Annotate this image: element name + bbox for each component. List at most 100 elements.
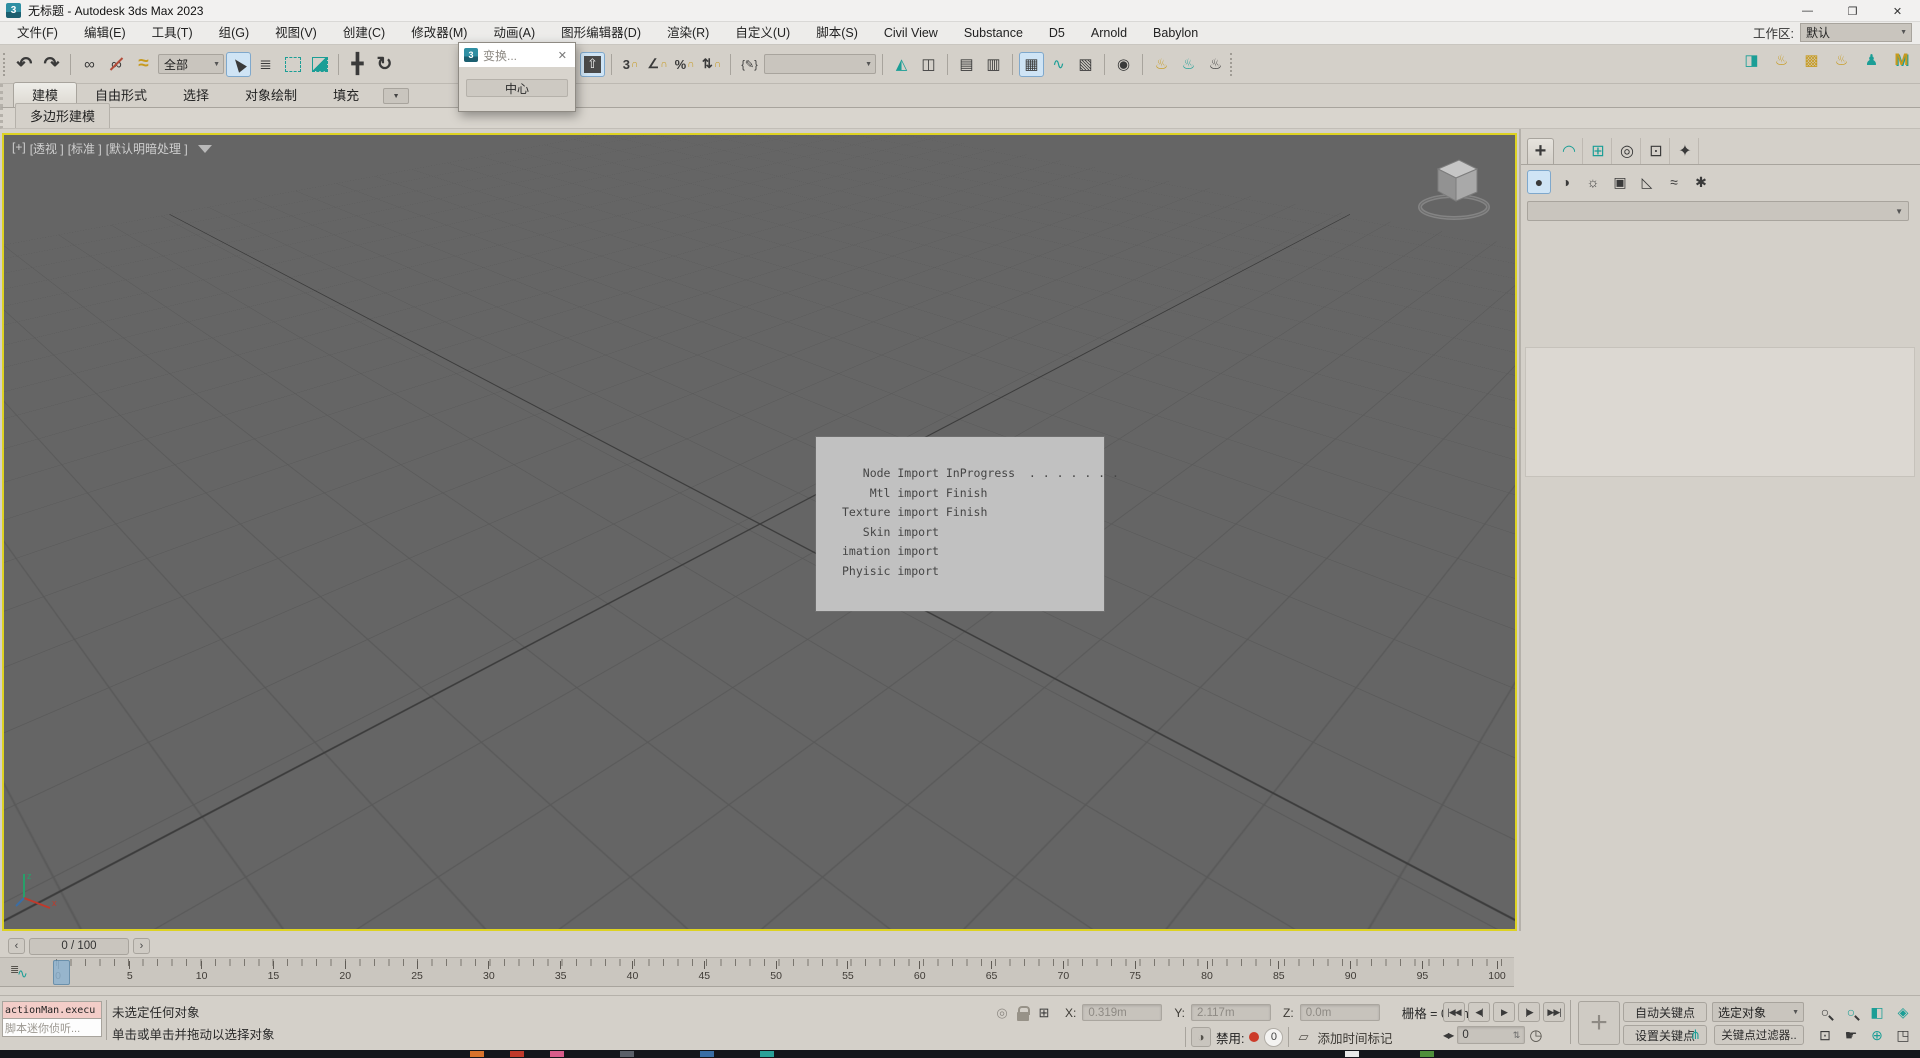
menu-file[interactable]: 文件(F) — [4, 22, 71, 45]
transform-dialog-titlebar[interactable]: 3 变换... ✕ — [459, 43, 575, 67]
previous-frame-icon[interactable]: ◀| — [1468, 1002, 1490, 1022]
open-mini-curve-editor-icon[interactable] — [10, 963, 32, 983]
d5-render-icon[interactable]: ♨ — [1769, 47, 1794, 72]
shapes-category-icon[interactable]: ◑ — [1554, 170, 1578, 194]
menu-rendering[interactable]: 渲染(R) — [654, 22, 722, 45]
x-coordinate-field[interactable]: 0.319m — [1082, 1004, 1162, 1021]
time-slider-handle[interactable] — [53, 960, 70, 985]
create-tab[interactable]: + — [1527, 138, 1554, 164]
viewport-pov-label[interactable]: [透视 ] — [30, 140, 64, 157]
lock-selection-icon[interactable] — [1017, 1012, 1029, 1021]
menu-arnold[interactable]: Arnold — [1078, 22, 1140, 45]
geometry-category-icon[interactable]: ● — [1527, 170, 1551, 194]
scene-explorer-icon[interactable]: ▤ — [954, 52, 979, 77]
undo-icon[interactable]: ↶ — [12, 52, 37, 77]
utilities-tab[interactable]: ✦ — [1672, 138, 1699, 164]
mute-toggle-icon[interactable]: ◑ — [1191, 1027, 1211, 1047]
named-selection-sets-dropdown[interactable] — [764, 54, 876, 74]
set-keys-large-button[interactable]: + — [1578, 1001, 1620, 1045]
rectangular-selection-region-icon[interactable] — [280, 52, 305, 77]
next-frame-arrow[interactable]: › — [133, 938, 150, 954]
time-configuration-icon[interactable]: ◷ — [1529, 1026, 1542, 1044]
viewport-shading-label[interactable]: [默认明暗处理 ] — [106, 140, 188, 157]
maximize-button[interactable]: ❐ — [1830, 0, 1875, 22]
layer-explorer-icon[interactable]: ▥ — [981, 52, 1006, 77]
material-editor-icon[interactable]: ◉ — [1111, 52, 1136, 77]
object-type-dropdown[interactable] — [1527, 201, 1909, 221]
unlink-selection-icon[interactable]: ∞ — [104, 52, 129, 77]
previous-frame-arrow[interactable]: ‹ — [8, 938, 25, 954]
z-coordinate-field[interactable]: 0.0m — [1300, 1004, 1380, 1021]
maximize-viewport-toggle-icon[interactable]: ◳ — [1893, 1025, 1913, 1045]
render-production-icon[interactable]: ♨ — [1203, 52, 1228, 77]
redo-icon[interactable]: ↷ — [39, 52, 64, 77]
viewcube[interactable] — [1411, 147, 1497, 230]
key-mode-toggle-icon[interactable]: ◀▶ — [1443, 1031, 1453, 1040]
motion-tab[interactable]: ◎ — [1614, 138, 1641, 164]
menu-substance[interactable]: Substance — [951, 22, 1036, 45]
select-by-name-icon[interactable]: ≣ — [253, 52, 278, 77]
zoom-icon[interactable]: ○ — [1815, 1002, 1835, 1022]
zoom-extents-all-icon[interactable]: ◈ — [1893, 1002, 1913, 1022]
schematic-view-icon[interactable]: ▧ — [1073, 52, 1098, 77]
menu-tools[interactable]: 工具(T) — [139, 22, 206, 45]
bind-to-space-warp-icon[interactable]: ≈ — [131, 52, 156, 77]
d5-converter-icon[interactable]: ◨ — [1739, 47, 1764, 72]
m-logo-icon[interactable]: M — [1889, 47, 1914, 72]
menu-scripting[interactable]: 脚本(S) — [803, 22, 871, 45]
goto-end-icon[interactable]: ▶▶| — [1543, 1002, 1565, 1022]
modify-tab[interactable]: ◠ — [1556, 138, 1583, 164]
select-and-rotate-icon[interactable]: ↻ — [372, 52, 397, 77]
ribbon-tab-selection[interactable]: 选择 — [165, 83, 227, 107]
d5-scene-export-icon[interactable]: ♨ — [1829, 47, 1854, 72]
menu-group[interactable]: 组(G) — [206, 22, 263, 45]
key-filter-icon[interactable]: ⋔ — [1690, 1027, 1701, 1043]
menu-civil-view[interactable]: Civil View — [871, 22, 951, 45]
selection-set-dropdown[interactable]: 选定对象 — [1712, 1002, 1804, 1022]
viewport-standard-label[interactable]: [标准 ] — [68, 140, 102, 157]
perspective-viewport[interactable]: [+][透视 ][标准 ][默认明暗处理 ] Node Import InPro… — [2, 133, 1517, 931]
region-zoom-icon[interactable]: ⊡ — [1815, 1025, 1835, 1045]
mirror-icon[interactable]: ◭ — [889, 52, 914, 77]
time-ruler[interactable]: 0510152025303540455055606570758085909510… — [50, 958, 1508, 988]
angle-snap-toggle-icon[interactable]: ∠ — [645, 52, 670, 77]
selection-filter-dropdown[interactable]: 全部 — [158, 54, 224, 74]
listener-input-line[interactable]: 脚本迷你侦听... — [2, 1019, 102, 1037]
ribbon-tab-populate[interactable]: 填充 — [315, 83, 377, 107]
subtab-polygon-modeling[interactable]: 多边形建模 — [15, 103, 110, 128]
select-object-icon[interactable] — [226, 52, 251, 77]
y-coordinate-field[interactable]: 2.117m — [1191, 1004, 1271, 1021]
absolute-offset-mode-icon[interactable]: ⊞ — [1035, 1004, 1053, 1022]
spinner-snap-toggle-icon[interactable]: ⇅ — [699, 52, 724, 77]
select-and-place-icon[interactable]: ⇧ — [580, 52, 605, 77]
workspace-dropdown[interactable]: 默认 — [1800, 23, 1912, 42]
percent-snap-toggle-icon[interactable]: % — [672, 52, 697, 77]
frame-spinner-icon[interactable]: ⇅ — [1513, 1030, 1521, 1041]
space-warps-category-icon[interactable]: ≈ — [1662, 170, 1686, 194]
viewport-general-menu[interactable]: [+] — [12, 140, 26, 157]
minimize-button[interactable]: — — [1785, 0, 1830, 22]
viewport-filter-funnel-icon[interactable] — [198, 145, 212, 153]
dialog-close-icon[interactable]: ✕ — [555, 49, 570, 62]
key-filters-button[interactable]: 关键点过滤器.. — [1714, 1025, 1804, 1045]
menu-customize[interactable]: 自定义(U) — [722, 22, 803, 45]
menu-edit[interactable]: 编辑(E) — [71, 22, 139, 45]
user-account-icon[interactable]: ♟ — [1859, 47, 1884, 72]
goto-start-icon[interactable]: |◀◀ — [1443, 1002, 1465, 1022]
snap-toggle-3d-icon[interactable]: 3 — [618, 52, 643, 77]
next-frame-icon[interactable]: |▶ — [1518, 1002, 1540, 1022]
zoom-extents-icon[interactable]: ◧ — [1867, 1002, 1887, 1022]
ribbon-overflow-caret-icon[interactable]: ▼ — [383, 88, 409, 104]
ribbon-tab-object-paint[interactable]: 对象绘制 — [227, 83, 315, 107]
select-and-link-icon[interactable]: ∞ — [77, 52, 102, 77]
rendered-frame-window-icon[interactable]: ♨ — [1176, 52, 1201, 77]
systems-category-icon[interactable]: ✱ — [1689, 170, 1713, 194]
render-setup-icon[interactable]: ♨ — [1149, 52, 1174, 77]
close-button[interactable]: ✕ — [1875, 0, 1920, 22]
auto-key-button[interactable]: 自动关键点 — [1623, 1002, 1707, 1022]
ribbon-toggle-icon[interactable]: ▦ — [1019, 52, 1044, 77]
listener-command-line[interactable]: actionMan.execu — [2, 1001, 102, 1019]
center-button[interactable]: 中心 — [466, 79, 568, 97]
play-icon[interactable]: ▶ — [1493, 1002, 1515, 1022]
select-and-move-icon[interactable]: ╋ — [345, 52, 370, 77]
